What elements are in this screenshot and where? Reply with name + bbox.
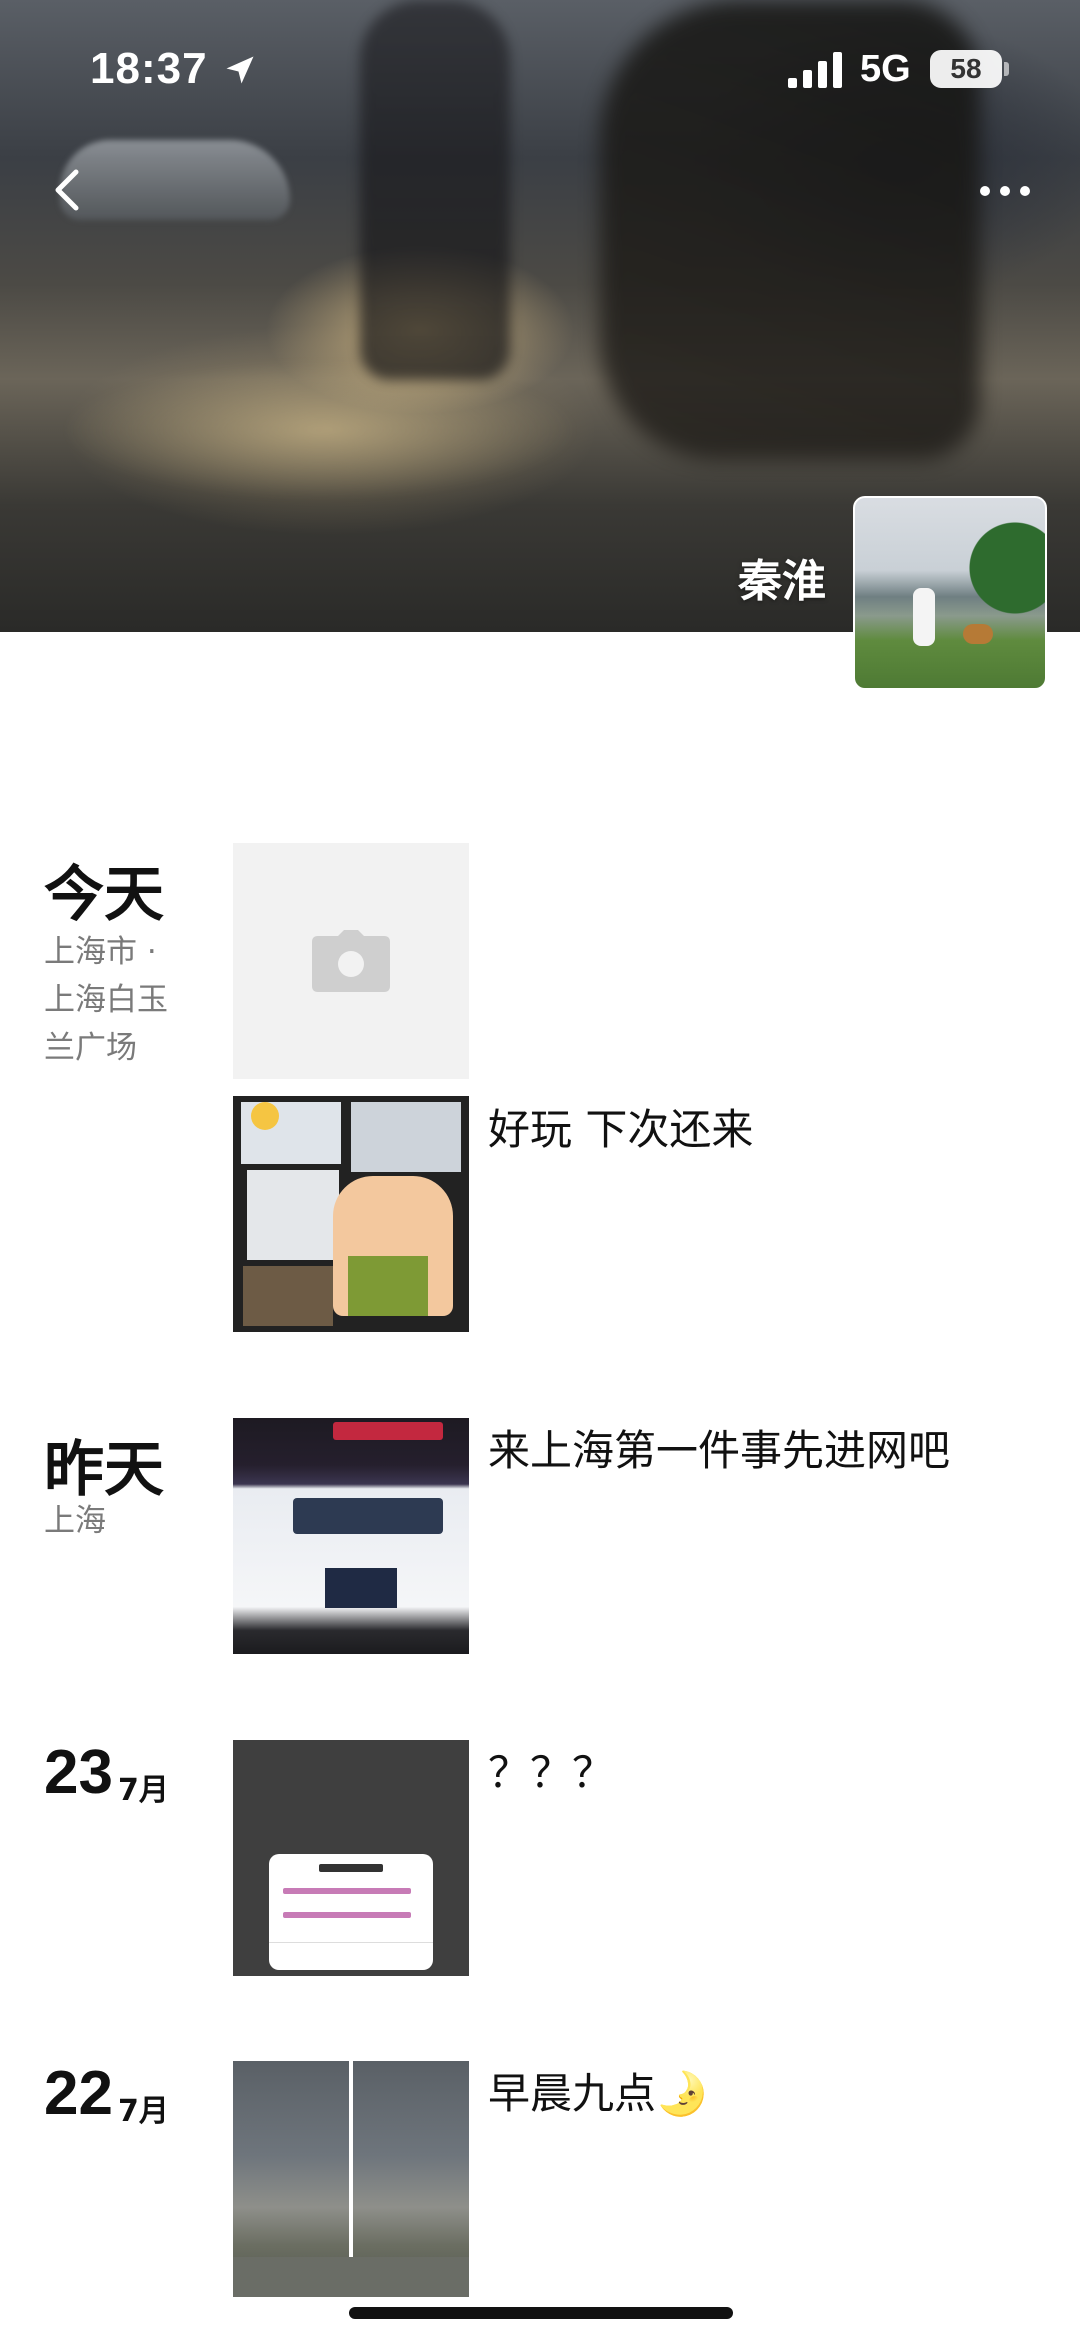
entry-location: 上海 — [44, 1503, 106, 1539]
cafe-screen-video — [325, 1568, 397, 1608]
collage-photo — [247, 1170, 339, 1260]
photo-collage-thumb[interactable] — [233, 1096, 469, 1332]
collage-emoji — [251, 1102, 279, 1130]
entry-day: 22 — [44, 2059, 113, 2128]
collage-photo — [243, 1266, 333, 1326]
dialog-text-line — [283, 1888, 411, 1894]
dialog-divider — [269, 1942, 433, 1943]
avatar[interactable] — [853, 496, 1047, 690]
avatar-dog-shape — [963, 624, 993, 644]
entry-date: 今天 — [44, 860, 164, 930]
city-skyline — [233, 2257, 469, 2297]
flight-screenshot-thumb[interactable] — [233, 1740, 469, 1976]
post-caption: 来上海第一件事先进网吧 — [488, 1426, 951, 1475]
post-caption: ？？？ — [488, 1748, 615, 1797]
cafe-screen-banner — [293, 1498, 443, 1534]
cloudy-sky-thumb[interactable] — [233, 2061, 469, 2297]
battery-tip — [1004, 62, 1009, 76]
collage-photo — [351, 1102, 461, 1172]
back-button[interactable] — [38, 160, 98, 220]
avatar-person-shape — [913, 588, 935, 646]
cafe-neon-sign — [333, 1422, 443, 1440]
dialog-text-line — [283, 1912, 411, 1918]
more-dots-icon[interactable] — [970, 166, 1040, 216]
camera-icon — [312, 930, 390, 992]
post-caption: 早晨九点🌛 — [488, 2069, 709, 2118]
battery-icon: 58 — [930, 50, 1002, 88]
dialog-title-line — [319, 1864, 383, 1872]
collage-cartoon-shirt — [348, 1256, 428, 1316]
cellular-signal-icon — [788, 52, 842, 88]
profile-name: 秦淮 — [738, 556, 826, 607]
status-bar: 18:37 5G 58 — [0, 0, 1080, 140]
cover-light-reflection — [60, 360, 580, 500]
entry-month: 7月 — [118, 1773, 169, 1808]
camera-placeholder-thumb[interactable] — [233, 843, 469, 1079]
entry-date: 昨天 — [44, 1435, 164, 1505]
entry-location: 上海市 · 上海白玉兰广场 — [44, 934, 168, 1066]
status-time: 18:37 — [90, 44, 208, 93]
location-arrow-icon — [226, 56, 254, 84]
internet-cafe-thumb[interactable] — [233, 1418, 469, 1654]
entry-day: 23 — [44, 1738, 113, 1807]
post-caption: 好玩 下次还来 — [488, 1105, 754, 1154]
battery-level: 58 — [950, 53, 982, 84]
network-type: 5G — [860, 48, 911, 90]
entry-month: 7月 — [118, 2094, 169, 2129]
home-indicator[interactable] — [349, 2307, 733, 2319]
